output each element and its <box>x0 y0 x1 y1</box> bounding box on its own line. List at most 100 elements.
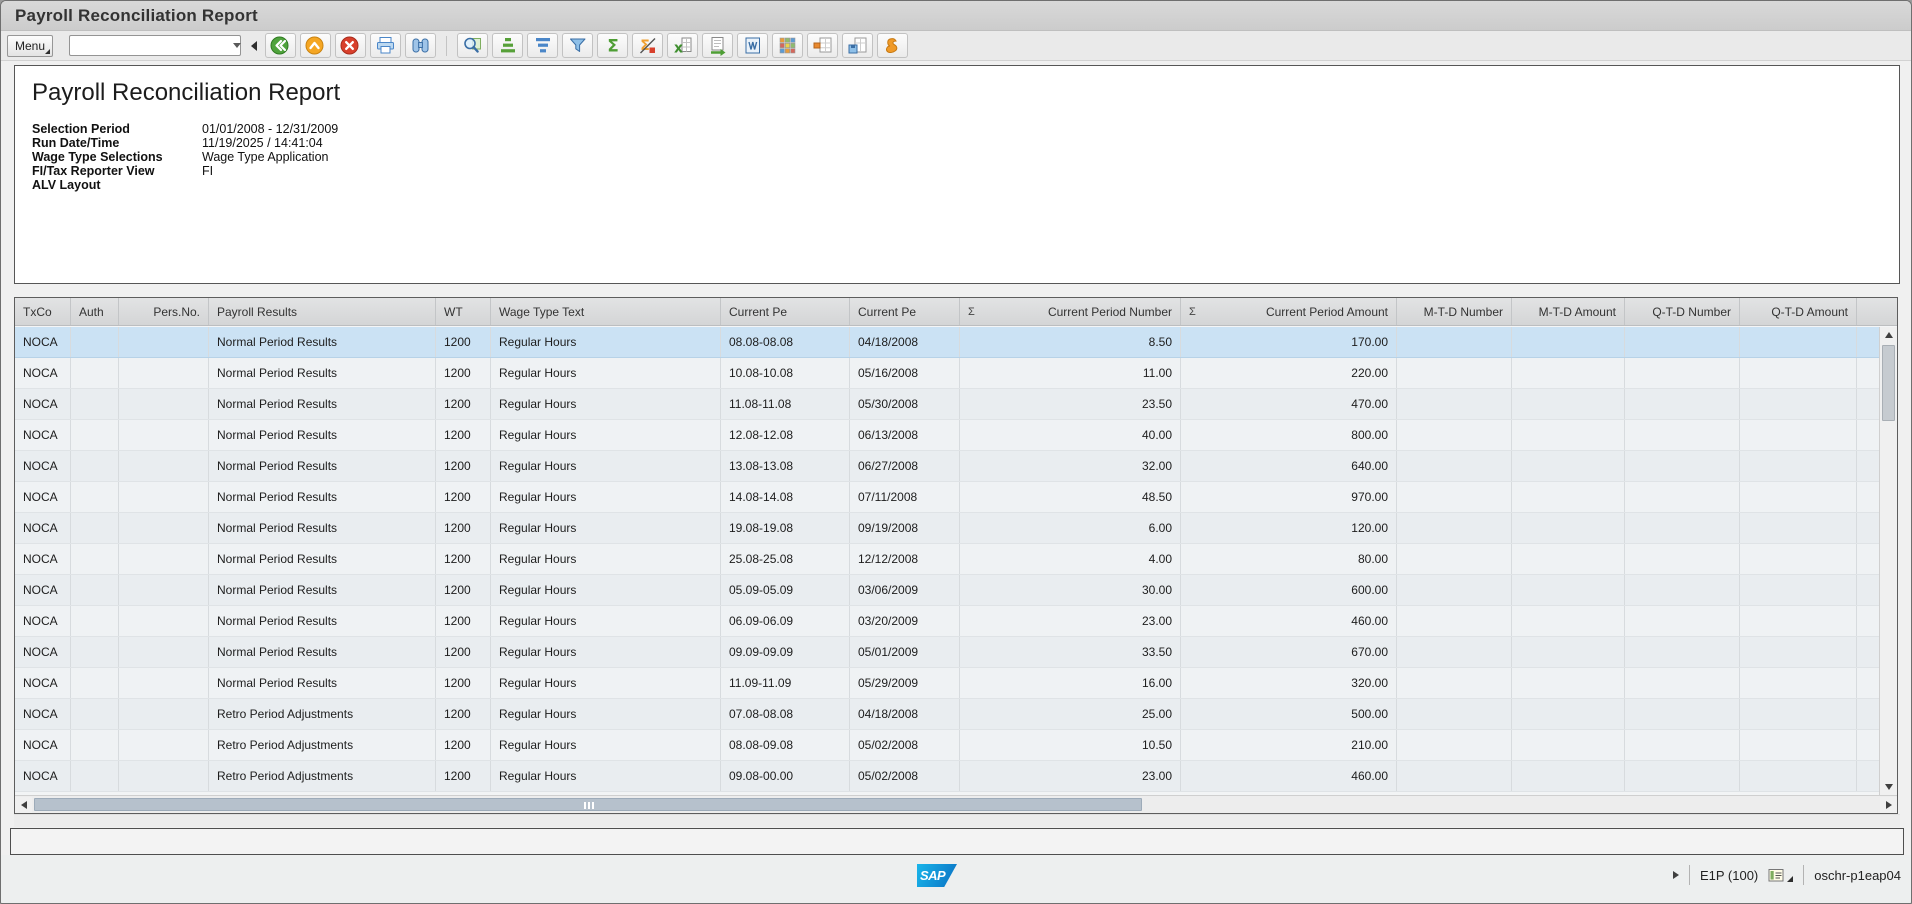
total-button[interactable]: Σ <box>597 33 628 58</box>
column-header-current-pe[interactable]: Current Pe <box>850 298 960 325</box>
table-cell[interactable] <box>1512 637 1625 667</box>
table-cell[interactable] <box>1740 451 1857 481</box>
table-cell[interactable] <box>1625 637 1740 667</box>
table-row[interactable]: NOCARetro Period Adjustments1200Regular … <box>15 761 1879 792</box>
table-cell[interactable]: 04/18/2008 <box>850 699 960 729</box>
table-cell[interactable] <box>1740 730 1857 760</box>
table-cell[interactable] <box>71 482 119 512</box>
table-cell[interactable] <box>119 699 209 729</box>
splitter-handle-bottom[interactable] <box>14 814 1900 827</box>
table-cell[interactable]: 1200 <box>436 358 491 388</box>
cancel-button[interactable] <box>335 33 366 58</box>
table-cell[interactable] <box>1397 513 1512 543</box>
table-cell[interactable] <box>1625 482 1740 512</box>
table-cell[interactable] <box>119 420 209 450</box>
table-row[interactable]: NOCANormal Period Results1200Regular Hou… <box>15 637 1879 668</box>
table-cell[interactable]: 500.00 <box>1181 699 1397 729</box>
table-cell[interactable]: NOCA <box>15 544 71 574</box>
table-cell[interactable] <box>119 668 209 698</box>
table-cell[interactable]: 6.00 <box>960 513 1181 543</box>
sort-descending-button[interactable] <box>527 33 558 58</box>
table-cell[interactable] <box>119 482 209 512</box>
table-cell[interactable]: 09.08-00.00 <box>721 761 850 791</box>
table-cell[interactable]: 05/02/2008 <box>850 730 960 760</box>
table-cell[interactable]: 09.09-09.09 <box>721 637 850 667</box>
table-cell[interactable]: Regular Hours <box>491 575 721 605</box>
table-cell[interactable]: Regular Hours <box>491 513 721 543</box>
table-cell[interactable]: Regular Hours <box>491 544 721 574</box>
table-cell[interactable]: NOCA <box>15 606 71 636</box>
table-cell[interactable] <box>1397 761 1512 791</box>
system-session-icon[interactable] <box>1768 868 1793 883</box>
table-cell[interactable] <box>1740 606 1857 636</box>
table-row[interactable]: NOCANormal Period Results1200Regular Hou… <box>15 513 1879 544</box>
table-cell[interactable] <box>119 606 209 636</box>
table-cell[interactable]: 220.00 <box>1181 358 1397 388</box>
expand-status-icon[interactable] <box>1673 871 1679 879</box>
table-cell[interactable] <box>1397 451 1512 481</box>
table-cell[interactable]: Normal Period Results <box>209 420 436 450</box>
table-cell[interactable]: 1200 <box>436 451 491 481</box>
table-cell[interactable]: 06/27/2008 <box>850 451 960 481</box>
sort-ascending-button[interactable] <box>492 33 523 58</box>
table-cell[interactable] <box>1625 575 1740 605</box>
table-cell[interactable]: 08.08-08.08 <box>721 327 850 357</box>
table-cell[interactable] <box>71 513 119 543</box>
table-cell[interactable]: 1200 <box>436 606 491 636</box>
table-cell[interactable] <box>1625 668 1740 698</box>
table-cell[interactable]: 03/06/2009 <box>850 575 960 605</box>
table-row[interactable]: NOCANormal Period Results1200Regular Hou… <box>15 668 1879 699</box>
table-cell[interactable] <box>71 668 119 698</box>
table-cell[interactable]: Normal Period Results <box>209 668 436 698</box>
table-cell[interactable]: Normal Period Results <box>209 389 436 419</box>
column-header-txco[interactable]: TxCo <box>15 298 71 325</box>
table-cell[interactable]: Regular Hours <box>491 761 721 791</box>
table-cell[interactable]: 1200 <box>436 637 491 667</box>
table-cell[interactable]: 12.08-12.08 <box>721 420 850 450</box>
table-cell[interactable]: Normal Period Results <box>209 358 436 388</box>
scroll-left-icon[interactable] <box>15 797 32 813</box>
table-cell[interactable]: 05/02/2008 <box>850 761 960 791</box>
table-cell[interactable]: Regular Hours <box>491 451 721 481</box>
table-cell[interactable]: 800.00 <box>1181 420 1397 450</box>
table-cell[interactable] <box>1512 327 1625 357</box>
horizontal-scroll-thumb[interactable] <box>34 798 1142 811</box>
table-cell[interactable]: 40.00 <box>960 420 1181 450</box>
table-cell[interactable]: NOCA <box>15 761 71 791</box>
table-cell[interactable]: 23.00 <box>960 761 1181 791</box>
table-cell[interactable] <box>1512 451 1625 481</box>
table-cell[interactable] <box>1397 420 1512 450</box>
table-cell[interactable] <box>1512 482 1625 512</box>
scroll-right-icon[interactable] <box>1880 797 1897 813</box>
table-cell[interactable] <box>1625 451 1740 481</box>
table-cell[interactable]: Normal Period Results <box>209 544 436 574</box>
table-cell[interactable] <box>1397 482 1512 512</box>
table-cell[interactable] <box>1397 575 1512 605</box>
table-row[interactable]: NOCANormal Period Results1200Regular Hou… <box>15 606 1879 637</box>
table-cell[interactable]: Regular Hours <box>491 637 721 667</box>
table-cell[interactable] <box>119 513 209 543</box>
table-cell[interactable] <box>119 637 209 667</box>
table-cell[interactable] <box>1512 730 1625 760</box>
table-cell[interactable] <box>1625 699 1740 729</box>
vertical-scrollbar[interactable] <box>1879 327 1897 795</box>
table-cell[interactable]: NOCA <box>15 513 71 543</box>
table-cell[interactable] <box>71 699 119 729</box>
find-button[interactable] <box>405 33 436 58</box>
table-cell[interactable]: 07/11/2008 <box>850 482 960 512</box>
table-row[interactable]: NOCANormal Period Results1200Regular Hou… <box>15 482 1879 513</box>
table-cell[interactable] <box>1512 761 1625 791</box>
table-cell[interactable]: 11.00 <box>960 358 1181 388</box>
local-file-button[interactable] <box>702 33 733 58</box>
table-row[interactable]: NOCANormal Period Results1200Regular Hou… <box>15 327 1879 358</box>
vertical-scroll-thumb[interactable] <box>1882 345 1895 421</box>
export-spreadsheet-button[interactable]: x <box>667 33 698 58</box>
table-cell[interactable]: 07.08-08.08 <box>721 699 850 729</box>
table-cell[interactable]: 460.00 <box>1181 761 1397 791</box>
table-cell[interactable]: 600.00 <box>1181 575 1397 605</box>
table-cell[interactable]: 460.00 <box>1181 606 1397 636</box>
table-cell[interactable] <box>1397 327 1512 357</box>
table-cell[interactable] <box>119 389 209 419</box>
table-cell[interactable]: Retro Period Adjustments <box>209 761 436 791</box>
table-cell[interactable] <box>1397 606 1512 636</box>
